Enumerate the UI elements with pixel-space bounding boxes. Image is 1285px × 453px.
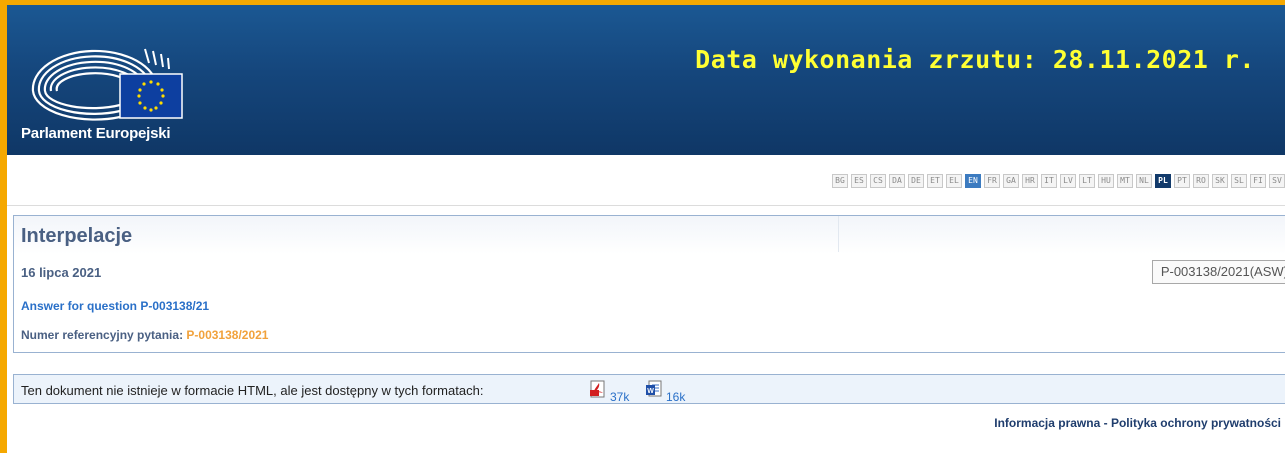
parliament-logo[interactable] <box>25 29 190 129</box>
lang-fr[interactable]: FR <box>984 174 1000 188</box>
lang-fi[interactable]: FI <box>1250 174 1266 188</box>
lang-mt[interactable]: MT <box>1117 174 1133 188</box>
document-panel: Interpelacje 16 lipca 2021 Answer for qu… <box>13 215 1285 353</box>
question-reference: Numer referencyjny pytania: P-003138/202… <box>21 328 268 342</box>
lang-et[interactable]: ET <box>927 174 943 188</box>
site-header: Parlament Europejski Data wykonania zrzu… <box>7 5 1285 155</box>
word-size: 16k <box>666 390 686 404</box>
parliament-hemicycle-icon <box>31 48 183 121</box>
lang-sl[interactable]: SL <box>1231 174 1247 188</box>
lang-hr[interactable]: HR <box>1022 174 1038 188</box>
lang-lv[interactable]: LV <box>1060 174 1076 188</box>
lang-el[interactable]: EL <box>946 174 962 188</box>
lang-en[interactable]: EN <box>965 174 981 188</box>
reference-label: Numer referencyjny pytania: <box>21 328 184 342</box>
logo-text[interactable]: Parlament Europejski <box>21 125 171 142</box>
capture-date-caption: Data wykonania zrzutu: 28.11.2021 r. <box>695 45 1255 74</box>
footer-links: Informacja prawna - Polityka ochrony pry… <box>994 416 1281 430</box>
language-list: BG ES CS DA DE ET EL EN FR GA HR IT LV LT HU MT NL PL PT RO… <box>832 174 1285 188</box>
footer-separator: - <box>1103 416 1108 430</box>
reference-value[interactable]: P-003138/2021 <box>186 328 268 342</box>
document-reference-box: P-003138/2021(ASW) <box>1151 260 1285 284</box>
formats-note: Ten dokument nie istnieje w formacie HTM… <box>21 383 484 398</box>
lang-pl[interactable]: PL <box>1155 174 1171 188</box>
word-icon: W <box>646 380 662 397</box>
lang-pt[interactable]: PT <box>1174 174 1190 188</box>
lang-it[interactable]: IT <box>1041 174 1057 188</box>
lang-ga[interactable]: GA <box>1003 174 1019 188</box>
svg-text:W: W <box>647 388 654 395</box>
pdf-download-link[interactable]: 37k <box>589 380 629 403</box>
lang-es[interactable]: ES <box>851 174 867 188</box>
lang-sv[interactable]: SV <box>1269 174 1285 188</box>
pdf-icon <box>590 380 605 398</box>
pdf-size: 37k <box>610 390 630 404</box>
lang-lt[interactable]: LT <box>1079 174 1095 188</box>
word-download-link[interactable]: W 16k <box>645 380 685 403</box>
panel-title-row <box>14 216 1285 254</box>
lang-sk[interactable]: SK <box>1212 174 1228 188</box>
section-title: Interpelacje <box>21 225 133 247</box>
panel-divider <box>838 216 839 252</box>
answer-link[interactable]: Answer for question P-003138/21 <box>21 299 209 313</box>
lang-hu[interactable]: HU <box>1098 174 1114 188</box>
lang-da[interactable]: DA <box>889 174 905 188</box>
privacy-policy-link[interactable]: Polityka ochrony prywatności <box>1111 416 1281 430</box>
lang-de[interactable]: DE <box>908 174 924 188</box>
language-bar: BG ES CS DA DE ET EL EN FR GA HR IT LV LT HU MT NL PL PT RO… <box>7 155 1285 206</box>
document-date: 16 lipca 2021 <box>21 265 102 280</box>
lang-bg[interactable]: BG <box>832 174 848 188</box>
legal-notice-link[interactable]: Informacja prawna <box>994 416 1100 430</box>
lang-ro[interactable]: RO <box>1193 174 1209 188</box>
lang-nl[interactable]: NL <box>1136 174 1152 188</box>
lang-cs[interactable]: CS <box>870 174 886 188</box>
formats-bar: Ten dokument nie istnieje w formacie HTM… <box>13 374 1285 404</box>
